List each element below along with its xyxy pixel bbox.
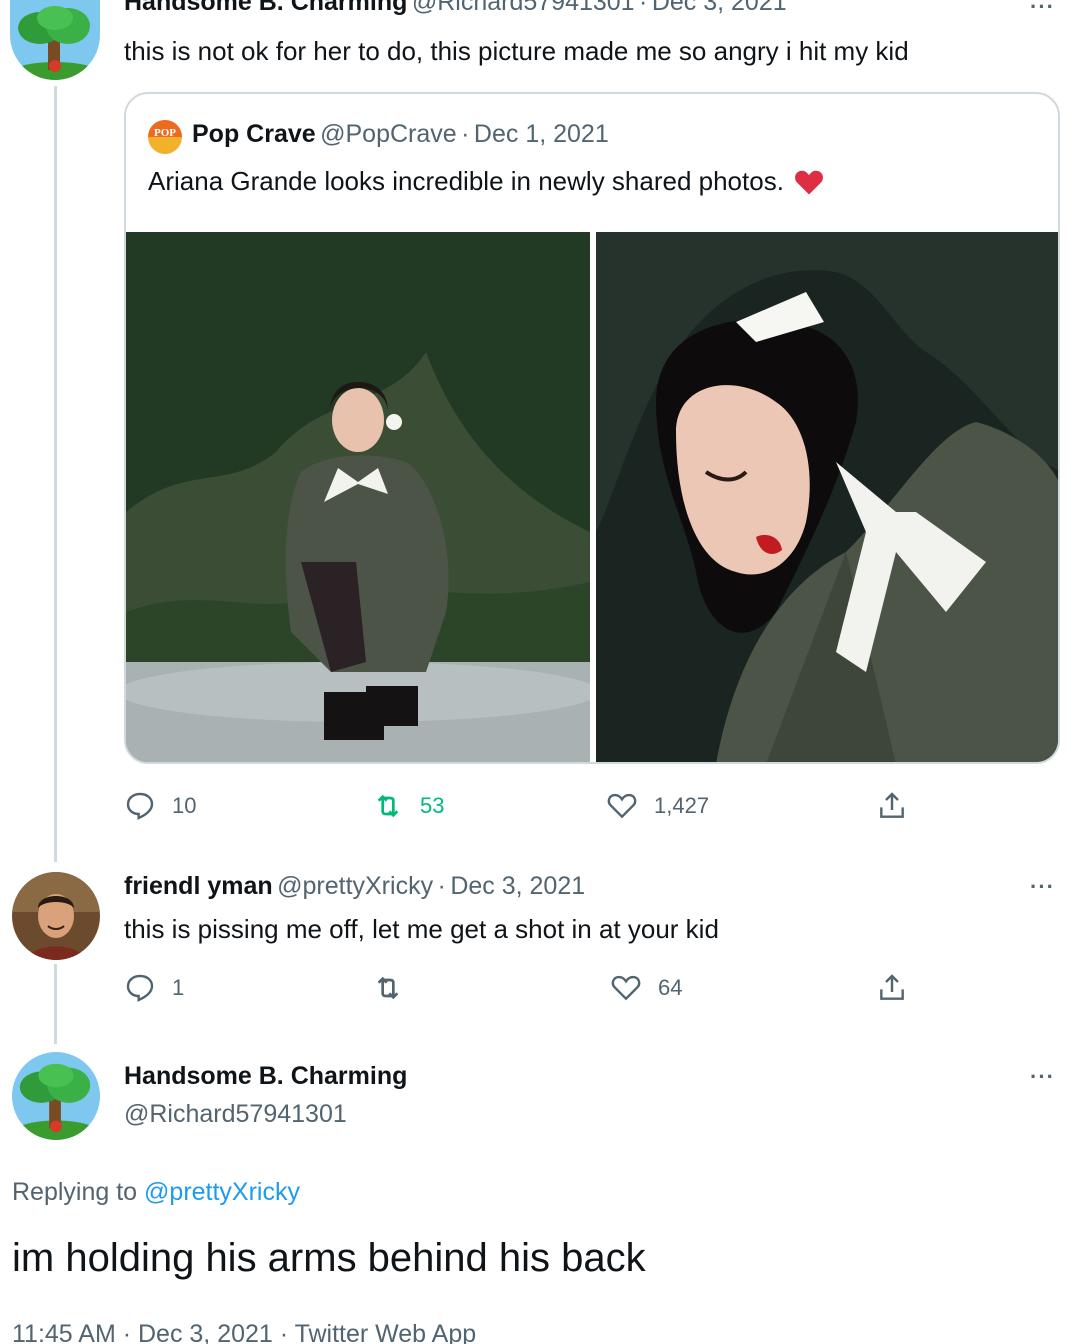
tweet-meta: 11:45 AM · Dec 3, 2021 · Twitter Web App <box>12 1320 477 1344</box>
quote-header: Pop Crave @PopCrave · Dec 1, 2021 <box>192 120 609 149</box>
author-name[interactable]: Handsome B. Charming <box>124 0 407 16</box>
reply-icon <box>126 792 154 820</box>
tweet-text: im holding his arms behind his back <box>12 1236 646 1280</box>
retweet-button[interactable] <box>372 972 420 1004</box>
more-options-icon[interactable]: ··· <box>1030 874 1055 900</box>
replying-handle-link[interactable]: @prettyXricky <box>144 1178 300 1206</box>
tweet-date[interactable]: Dec 3, 2021 <box>450 872 585 900</box>
tweet-text: this is pissing me off, let me get a sho… <box>124 914 719 944</box>
author-name[interactable]: friendl yman <box>124 872 273 900</box>
quote-text-row: Ariana Grande looks incredible in newly … <box>148 166 824 197</box>
reply-count: 1 <box>172 975 185 1000</box>
share-button[interactable] <box>876 790 908 822</box>
thread-line-2 <box>54 964 57 1044</box>
heart-icon <box>607 793 637 819</box>
thread-line-1 <box>54 86 57 862</box>
replying-to: Replying to @prettyXricky <box>12 1178 300 1207</box>
popcrave-logo: POP <box>148 120 182 154</box>
separator: · <box>639 0 648 16</box>
tweet2-header: friendl yman @prettyXricky · Dec 3, 2021 <box>124 872 585 901</box>
more-options-icon[interactable]: ··· <box>1030 0 1055 20</box>
reply-button[interactable]: 1 <box>124 972 184 1004</box>
reply-button[interactable]: 10 <box>124 790 196 822</box>
separator: · <box>461 120 470 148</box>
retweet-button[interactable]: 53 <box>372 790 444 822</box>
author-handle[interactable]: @Richard57941301 <box>412 0 635 16</box>
photo-crouching[interactable] <box>126 232 590 762</box>
share-icon <box>880 792 904 818</box>
landscape-avatar-icon <box>12 1052 100 1140</box>
tweet-date[interactable]: Dec 3, 2021 <box>652 0 787 16</box>
quote-author-handle[interactable]: @PopCrave <box>320 120 457 148</box>
quote-text: Ariana Grande looks incredible in newly … <box>148 166 784 196</box>
tweet1-header: Handsome B. Charming @Richard57941301 · … <box>124 0 787 17</box>
quoted-tweet[interactable]: POP Pop Crave @PopCrave · Dec 1, 2021 Ar… <box>124 92 1060 764</box>
share-icon <box>880 974 904 1000</box>
like-button[interactable]: 64 <box>610 972 682 1004</box>
portrait-avatar-icon <box>12 872 100 960</box>
photo-closeup[interactable] <box>596 232 1058 762</box>
share-button[interactable] <box>876 972 908 1004</box>
like-count: 64 <box>658 975 683 1000</box>
quote-date: Dec 1, 2021 <box>473 120 609 148</box>
replying-prefix: Replying to <box>12 1178 138 1206</box>
logo-text: POP <box>154 127 176 139</box>
like-count: 1,427 <box>654 793 710 818</box>
more-options-icon[interactable]: ··· <box>1030 1064 1055 1090</box>
avatar[interactable] <box>12 872 100 960</box>
avatar[interactable] <box>10 0 100 80</box>
heart-icon <box>611 975 641 1001</box>
avatar[interactable] <box>12 1052 100 1140</box>
author-handle[interactable]: @prettyXricky <box>277 872 433 900</box>
author-name[interactable]: Handsome B. Charming <box>124 1062 407 1091</box>
reply-count: 10 <box>172 793 197 818</box>
like-button[interactable]: 1,427 <box>606 790 709 822</box>
quote-author-name[interactable]: Pop Crave <box>192 120 316 148</box>
retweet-icon <box>377 794 399 818</box>
author-handle[interactable]: @Richard57941301 <box>124 1100 347 1129</box>
red-heart-icon <box>794 170 823 194</box>
reply-icon <box>126 974 154 1002</box>
separator: · <box>437 872 446 900</box>
landscape-avatar-icon <box>10 0 100 80</box>
retweet-icon <box>377 976 399 1000</box>
retweet-count: 53 <box>420 793 445 818</box>
tweet-text: this is not ok for her to do, this pictu… <box>124 36 909 66</box>
